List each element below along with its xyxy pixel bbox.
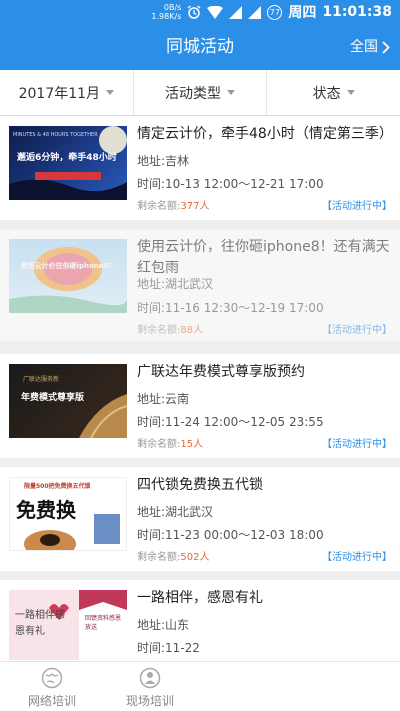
thumb-sub: 限量500把免费换五代锁 <box>24 483 91 490</box>
remaining-label: 剩余名额: <box>137 201 181 212</box>
thumb-sub: 回馈资料感恩放送 <box>85 615 122 631</box>
nav-label: 网络培训 <box>27 694 76 708</box>
battery-icon: 77 <box>267 4 283 20</box>
event-title: 广联达年费模式尊享版预约 <box>137 364 305 380</box>
app: 0B/s 1.98K/s 77 周四 11:01:38 同城活动 全国 2017… <box>0 0 400 711</box>
event-thumbnail: MINUTES & 48 HOURS TOGETHER 邂逅6分钟，牵手48小时 <box>9 126 127 200</box>
caret-down-icon <box>227 90 235 95</box>
event-status: 【活动进行中】 <box>322 201 392 212</box>
event-thumbnail: 使用云计价往你砸iphone8！ <box>9 239 127 313</box>
event-thumbnail: 限量500把免费换五代锁 免费换 <box>9 477 127 551</box>
thumb-sub: MINUTES & 48 HOURS TOGETHER <box>13 132 98 138</box>
event-status: 【活动进行中】 <box>322 325 392 336</box>
page-title: 同城活动 <box>166 37 234 57</box>
status-filter-label: 状态 <box>312 85 341 102</box>
event-address: 地址:云南 <box>137 392 190 406</box>
caret-down-icon <box>106 90 115 95</box>
event-time: 时间:11-24 12:00～12-05 23:55 <box>137 415 324 429</box>
event-remaining: 剩余名额:377人 <box>137 197 209 212</box>
wifi-icon <box>207 5 224 19</box>
thumb-headline: 使用云计价往你砸iphone8！ <box>20 262 116 270</box>
event-title: 四代锁免费换五代锁 <box>137 477 263 493</box>
caret-down-icon <box>346 90 355 95</box>
filter-bar: 2017年11月 活动类型 状态 <box>0 70 400 116</box>
remaining-label: 剩余名额: <box>137 325 181 336</box>
event-time: 时间:11-16 12:30～12-19 17:00 <box>137 301 324 315</box>
trainer-icon <box>139 667 161 689</box>
event-time: 时间:11-22 <box>137 641 200 655</box>
event-time: 时间:10-13 12:00～12-21 17:00 <box>137 177 324 191</box>
status-bar: 0B/s 1.98K/s 77 周四 11:01:38 <box>0 0 400 24</box>
type-filter-label: 活动类型 <box>165 85 221 102</box>
status-filter[interactable]: 状态 <box>267 70 400 115</box>
event-address: 地址:湖北武汉 <box>137 505 214 519</box>
event-address: 地址:吉林 <box>137 154 190 168</box>
event-thumbnail: 广联达服务新 年费模式尊享版 <box>9 364 127 438</box>
event-remaining: 剩余名额:88人 <box>137 321 203 336</box>
event-card[interactable]: 广联达服务新 年费模式尊享版 广联达年费模式尊享版预约 地址:云南 时间:11-… <box>0 354 400 458</box>
event-card[interactable]: MINUTES & 48 HOURS TOGETHER 邂逅6分钟，牵手48小时… <box>0 116 400 220</box>
globe-icon <box>41 667 63 689</box>
event-title: 使用云计价，往你砸iphone8！还有满天红包雨 <box>137 239 390 276</box>
event-status: 【活动进行中】 <box>322 552 392 563</box>
event-title: 一路相伴，感恩有礼 <box>137 590 263 606</box>
event-card[interactable]: 一路相伴感恩有礼 回馈资料感恩放送 一路相伴，感恩有礼 地址:山东 时间:11-… <box>0 580 400 661</box>
download-speed: 1.98K/s <box>151 12 182 21</box>
bottom-nav: 网络培训 现场培训 <box>0 661 400 711</box>
signal-2-icon <box>248 5 262 19</box>
nav-label: 现场培训 <box>125 694 174 708</box>
thumb-headline: 年费模式尊享版 <box>21 393 85 403</box>
remaining-label: 剩余名额: <box>137 439 181 450</box>
event-card[interactable]: 使用云计价往你砸iphone8！ 使用云计价，往你砸iphone8！还有满天红包… <box>0 229 400 341</box>
alarm-icon <box>187 5 201 19</box>
event-remaining: 剩余名额:502人 <box>137 548 209 563</box>
remaining-value: 15人 <box>180 439 204 450</box>
thumb-headline: 免费换 <box>16 498 76 522</box>
event-address: 地址:山东 <box>137 618 190 632</box>
thumb-sub: 广联达服务新 <box>23 376 60 383</box>
event-list: MINUTES & 48 HOURS TOGETHER 邂逅6分钟，牵手48小时… <box>0 116 400 661</box>
region-selector[interactable]: 全国 <box>350 24 390 70</box>
event-title: 情定云计价，牵手48小时（情定第三季） <box>137 126 393 142</box>
month-filter-label: 2017年11月 <box>18 85 101 102</box>
event-address: 地址:湖北武汉 <box>137 277 214 291</box>
remaining-value: 88人 <box>180 325 204 336</box>
month-filter[interactable]: 2017年11月 <box>0 70 134 115</box>
signal-icon <box>229 5 243 19</box>
thumb-headline: 邂逅6分钟，牵手48小时 <box>17 153 117 163</box>
event-card[interactable]: 限量500把免费换五代锁 免费换 四代锁免费换五代锁 地址:湖北武汉 时间:11… <box>0 467 400 571</box>
event-remaining: 剩余名额:15人 <box>137 435 203 450</box>
remaining-value: 377人 <box>180 201 210 212</box>
network-speed: 0B/s 1.98K/s <box>151 3 181 21</box>
nav-onsite-training[interactable]: 现场培训 <box>110 662 190 711</box>
event-status: 【活动进行中】 <box>322 439 392 450</box>
region-label: 全国 <box>350 39 378 55</box>
remaining-label: 剩余名额: <box>137 552 181 563</box>
thumb-headline: 一路相伴感恩有礼 <box>15 610 65 637</box>
weekday: 周四 <box>288 5 317 21</box>
upload-speed: 0B/s <box>163 3 182 12</box>
clock: 11:01:38 <box>322 4 392 20</box>
chevron-right-icon <box>382 40 390 54</box>
remaining-value: 502人 <box>180 552 210 563</box>
event-thumbnail: 一路相伴感恩有礼 回馈资料感恩放送 <box>9 590 127 660</box>
app-header: 同城活动 全国 <box>0 24 400 70</box>
type-filter[interactable]: 活动类型 <box>134 70 268 115</box>
event-time: 时间:11-23 00:00～12-03 18:00 <box>137 528 324 542</box>
nav-online-training[interactable]: 网络培训 <box>12 662 92 711</box>
